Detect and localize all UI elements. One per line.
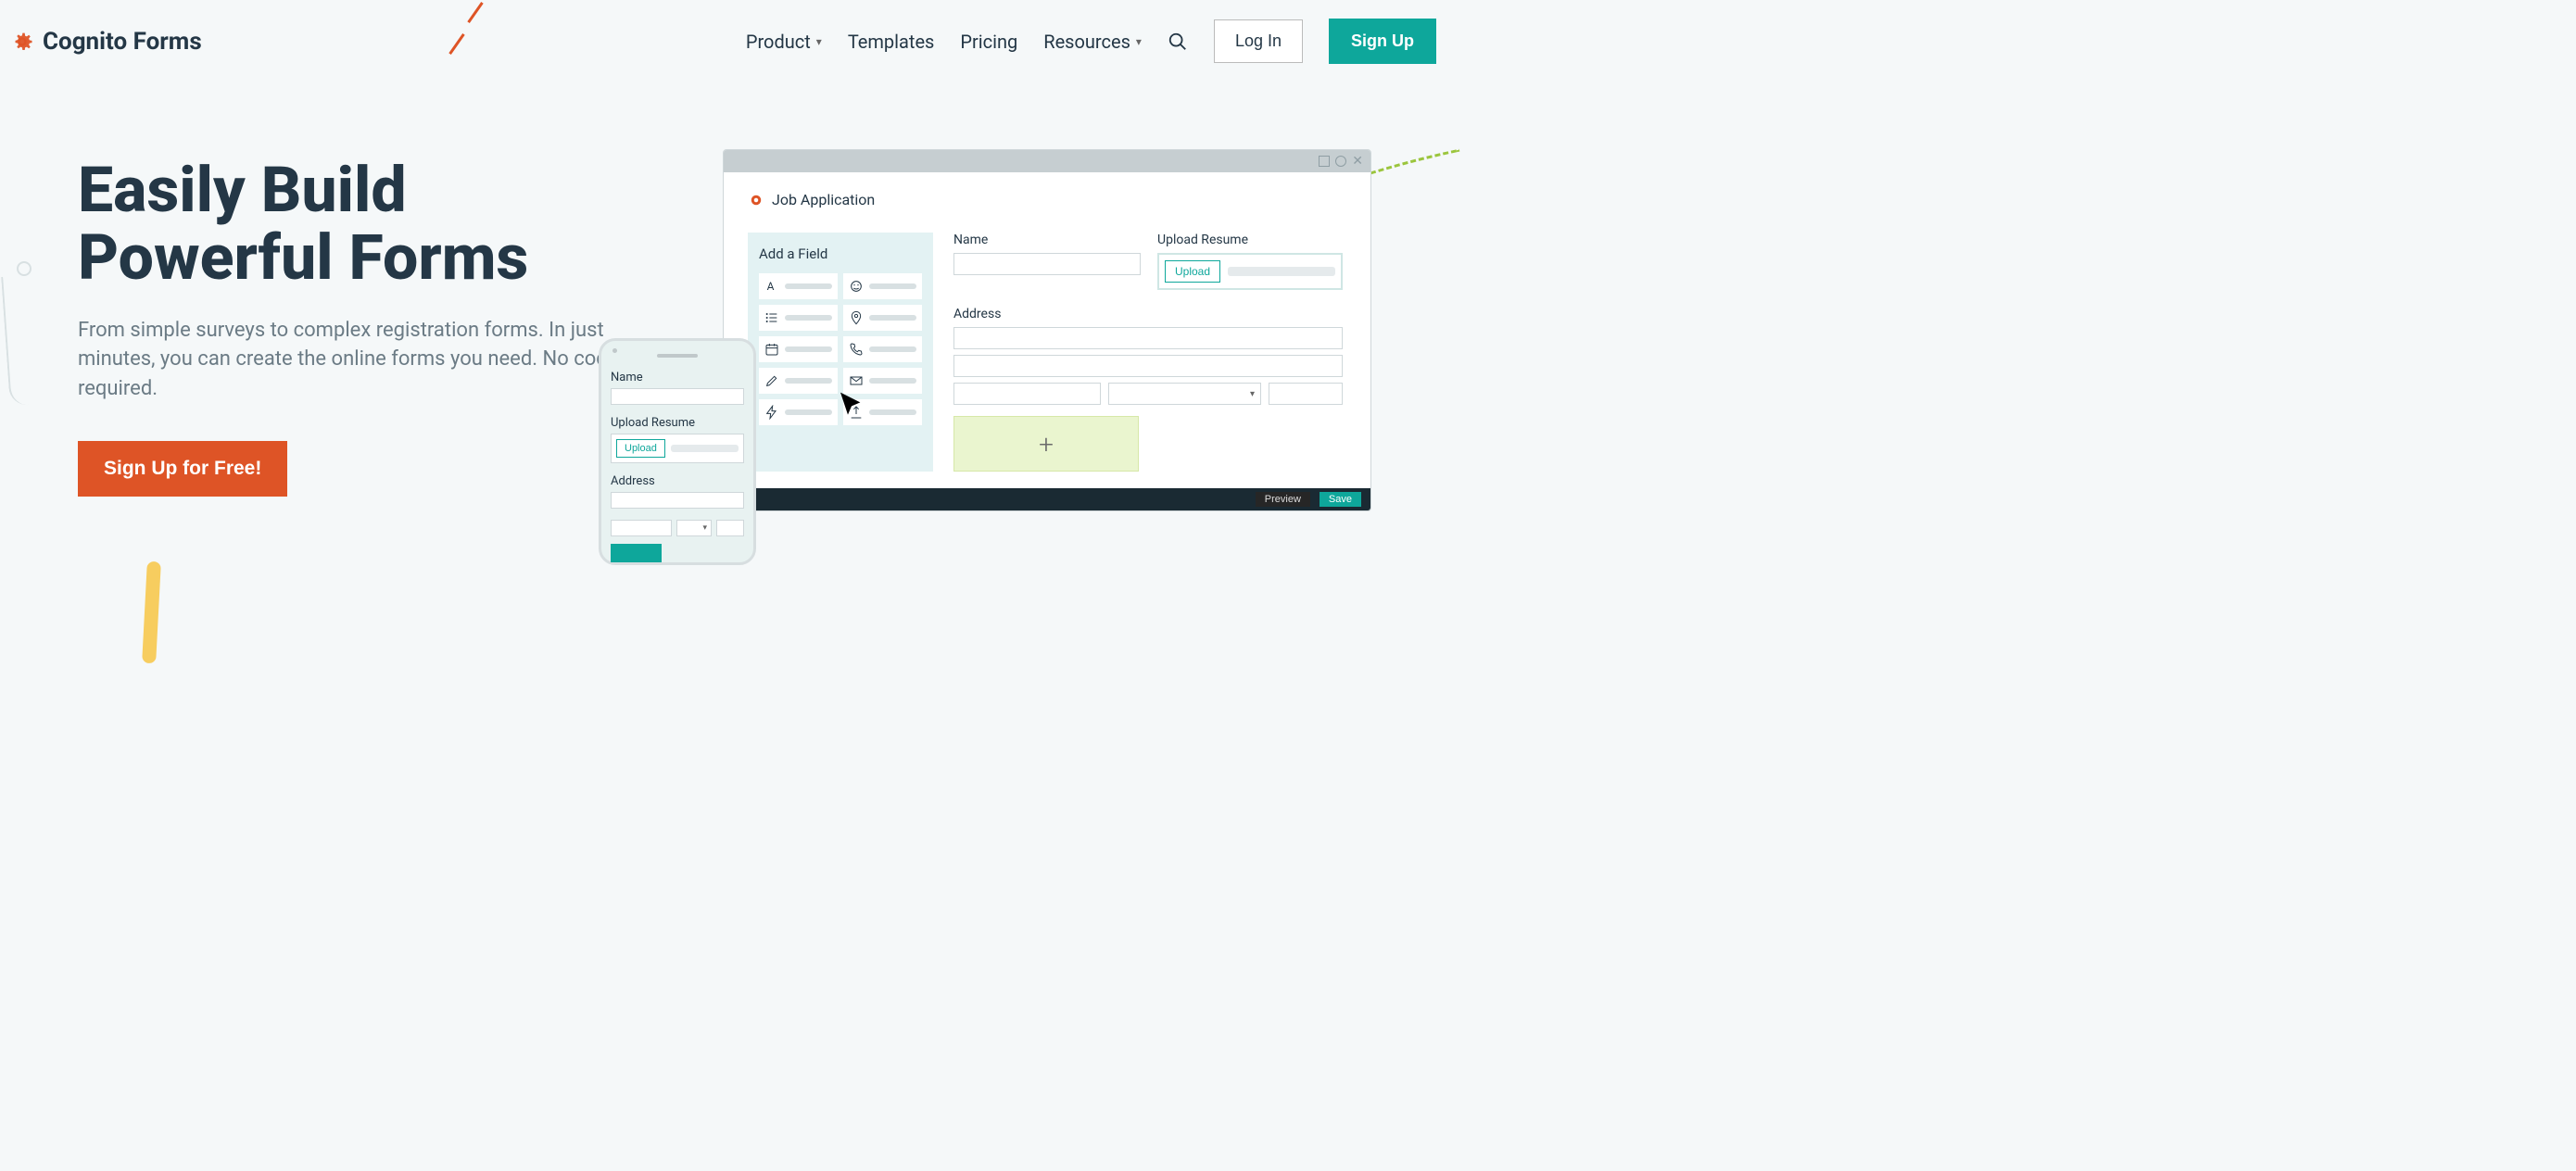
window-titlebar: ✕ bbox=[724, 150, 1370, 172]
phone-address-zip-input[interactable] bbox=[716, 520, 744, 536]
phone-camera-icon bbox=[612, 348, 617, 353]
list-icon bbox=[764, 310, 779, 325]
field-label-address: Address bbox=[953, 307, 1343, 321]
pen-icon bbox=[764, 373, 779, 388]
smiley-icon bbox=[849, 279, 864, 294]
signup-button[interactable]: Sign Up bbox=[1329, 19, 1436, 64]
palette-text-field[interactable]: A bbox=[759, 273, 838, 299]
gear-icon bbox=[9, 29, 35, 55]
builder-footer: Preview Save bbox=[724, 488, 1370, 510]
builder-title-row: Job Application bbox=[748, 191, 1346, 208]
add-field-button[interactable]: + bbox=[953, 416, 1139, 472]
phone-upload-button[interactable]: Upload bbox=[616, 439, 665, 458]
upload-resume-input[interactable]: Upload bbox=[1157, 253, 1343, 290]
location-pin-icon bbox=[849, 310, 864, 325]
preview-button[interactable]: Preview bbox=[1256, 492, 1310, 507]
calendar-icon bbox=[764, 342, 779, 357]
phone-icon bbox=[849, 342, 864, 357]
palette-location-field[interactable] bbox=[843, 305, 922, 331]
palette-phone-field[interactable] bbox=[843, 336, 922, 362]
gear-icon bbox=[748, 192, 764, 208]
brand-logo[interactable]: Cognito Forms bbox=[9, 28, 202, 56]
hero-title-line1: Easily Build bbox=[78, 153, 407, 227]
builder-body: Job Application Add a Field A bbox=[724, 172, 1370, 472]
upload-button[interactable]: Upload bbox=[1165, 260, 1220, 283]
builder-form-title: Job Application bbox=[772, 191, 875, 208]
palette-lightning-field[interactable] bbox=[759, 399, 838, 425]
field-palette: Add a Field A bbox=[748, 233, 933, 472]
palette-date-field[interactable] bbox=[759, 336, 838, 362]
cursor-arrow-icon bbox=[837, 390, 866, 420]
window-minimize-icon bbox=[1319, 156, 1330, 167]
field-label-upload: Upload Resume bbox=[1157, 233, 1343, 247]
login-button[interactable]: Log In bbox=[1214, 19, 1303, 63]
site-header: Cognito Forms Product ▾ Templates Pricin… bbox=[0, 0, 1446, 82]
hero-title-line2: Powerful Forms bbox=[78, 220, 528, 295]
phone-name-input[interactable] bbox=[611, 388, 744, 405]
window-close-icon: ✕ bbox=[1352, 156, 1363, 167]
hero-title: Easily Build Powerful Forms bbox=[78, 157, 634, 292]
address-line1-input[interactable] bbox=[953, 327, 1343, 349]
chevron-down-icon: ▾ bbox=[816, 35, 822, 48]
palette-title: Add a Field bbox=[759, 246, 922, 262]
lightning-icon bbox=[764, 405, 779, 420]
nav-pricing-label: Pricing bbox=[960, 31, 1017, 53]
text-icon: A bbox=[764, 279, 779, 294]
envelope-icon bbox=[849, 373, 864, 388]
nav-pricing[interactable]: Pricing bbox=[960, 31, 1017, 53]
palette-list-field[interactable] bbox=[759, 305, 838, 331]
hero-section: Easily Build Powerful Forms From simple … bbox=[0, 82, 1446, 497]
phone-speaker-icon bbox=[657, 354, 698, 358]
palette-emoji-field[interactable] bbox=[843, 273, 922, 299]
address-state-select[interactable]: ▾ bbox=[1108, 383, 1261, 405]
nav-templates-label: Templates bbox=[848, 31, 935, 53]
phone-submit-button[interactable] bbox=[611, 544, 662, 562]
nav-templates[interactable]: Templates bbox=[848, 31, 935, 53]
decorative-yellow-stroke bbox=[142, 561, 161, 664]
signup-free-button[interactable]: Sign Up for Free! bbox=[78, 441, 287, 497]
brand-name: Cognito Forms bbox=[43, 28, 202, 56]
phone-address-line1-input[interactable] bbox=[611, 492, 744, 509]
builder-window: ✕ Job Application Add a Field A bbox=[723, 149, 1371, 511]
palette-signature-field[interactable] bbox=[759, 368, 838, 394]
phone-label-address: Address bbox=[611, 474, 744, 488]
hero-text-column: Easily Build Powerful Forms From simple … bbox=[78, 157, 634, 497]
chevron-down-icon: ▾ bbox=[1136, 35, 1142, 48]
nav-product-label: Product bbox=[746, 31, 811, 53]
name-input[interactable] bbox=[953, 253, 1141, 275]
phone-preview: Name Upload Resume Upload Address ▾ bbox=[599, 338, 756, 565]
field-label-name: Name bbox=[953, 233, 1141, 247]
phone-label-name: Name bbox=[611, 371, 744, 384]
address-line2-input[interactable] bbox=[953, 355, 1343, 377]
main-nav: Product ▾ Templates Pricing Resources ▾ … bbox=[746, 19, 1436, 64]
phone-label-upload: Upload Resume bbox=[611, 416, 744, 430]
phone-upload-input[interactable]: Upload bbox=[611, 434, 744, 463]
nav-product[interactable]: Product ▾ bbox=[746, 31, 822, 53]
nav-resources-label: Resources bbox=[1043, 31, 1130, 53]
phone-address-state-select[interactable]: ▾ bbox=[676, 520, 712, 536]
address-city-input[interactable] bbox=[953, 383, 1101, 405]
window-maximize-icon bbox=[1335, 156, 1346, 167]
plus-icon: + bbox=[1039, 429, 1054, 460]
hero-subtitle: From simple surveys to complex registrat… bbox=[78, 316, 634, 405]
nav-resources[interactable]: Resources ▾ bbox=[1043, 31, 1142, 53]
save-button[interactable]: Save bbox=[1320, 492, 1361, 507]
svg-text:A: A bbox=[767, 280, 775, 293]
search-icon[interactable] bbox=[1168, 31, 1188, 52]
phone-address-city-input[interactable] bbox=[611, 520, 672, 536]
form-preview-canvas: Name Upload Resume Upload bbox=[953, 233, 1346, 472]
address-zip-input[interactable] bbox=[1269, 383, 1343, 405]
